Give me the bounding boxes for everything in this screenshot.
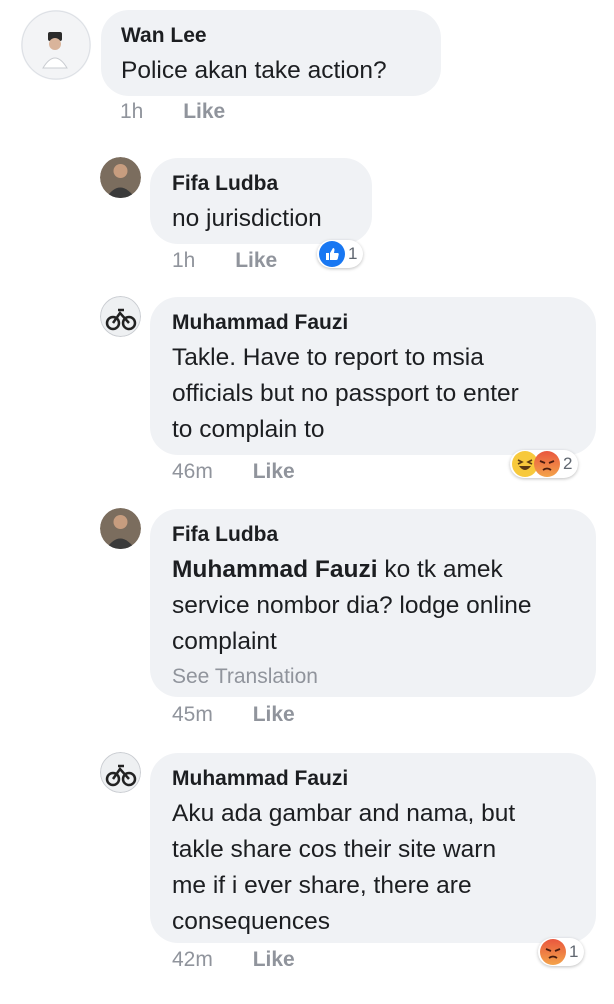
comment-bubble: Wan Lee Police akan take action? bbox=[101, 10, 441, 96]
comment-author[interactable]: Fifa Ludba bbox=[172, 171, 350, 197]
comment-text-line: takle share cos their site warn bbox=[172, 836, 497, 863]
comment-meta: 1h Like bbox=[172, 249, 277, 273]
reactions-summary[interactable]: 1 bbox=[317, 240, 364, 268]
comment-text-line: Muhammad Fauzi ko tk amek bbox=[172, 552, 574, 588]
angry-reaction-icon bbox=[534, 451, 560, 477]
like-button[interactable]: Like bbox=[253, 460, 295, 484]
comment-meta: 46m Like bbox=[172, 460, 295, 484]
like-button[interactable]: Like bbox=[183, 100, 225, 124]
reaction-count: 1 bbox=[348, 244, 358, 263]
reactions-summary[interactable]: 1 bbox=[538, 938, 585, 966]
comment-text-line: Aku ada gambar and nama, but bbox=[172, 800, 516, 827]
comment-bubble: Fifa Ludba Muhammad Fauzi ko tk amek ser… bbox=[150, 509, 596, 697]
comment-author[interactable]: Wan Lee bbox=[121, 23, 421, 49]
reactions-summary[interactable]: 2 bbox=[510, 450, 579, 478]
comment-text: Takle. Have to report to msia officials … bbox=[172, 340, 574, 448]
comment-text-line: officials but no passport to enter bbox=[172, 380, 519, 407]
comment-time[interactable]: 46m bbox=[172, 460, 213, 484]
comment-meta: 1h Like bbox=[120, 100, 225, 124]
comment-bubble: Muhammad Fauzi Aku ada gambar and nama, … bbox=[150, 753, 596, 943]
like-reaction-icon bbox=[319, 241, 345, 267]
comment-text-fragment: ko tk amek bbox=[377, 556, 503, 583]
comment-bubble: Fifa Ludba no jurisdiction bbox=[150, 158, 372, 244]
avatar-wan-lee[interactable] bbox=[21, 10, 91, 80]
comment-text: no jurisdiction bbox=[172, 205, 322, 232]
like-button[interactable]: Like bbox=[235, 249, 277, 273]
like-button[interactable]: Like bbox=[253, 948, 295, 972]
comment-time[interactable]: 1h bbox=[172, 249, 195, 273]
comment-author[interactable]: Muhammad Fauzi bbox=[172, 310, 574, 336]
reaction-count: 2 bbox=[563, 454, 573, 473]
comment-text-line: consequences bbox=[172, 908, 331, 935]
angry-reaction-icon bbox=[540, 939, 566, 965]
comment-time[interactable]: 42m bbox=[172, 948, 213, 972]
comment-time[interactable]: 45m bbox=[172, 703, 213, 727]
comment-text: Muhammad Fauzi ko tk amek service nombor… bbox=[172, 552, 574, 660]
comment-text: Aku ada gambar and nama, but takle share… bbox=[172, 796, 574, 940]
comment-meta: 45m Like bbox=[172, 703, 295, 727]
avatar-muhammad-fauzi[interactable] bbox=[100, 752, 141, 793]
comment-author[interactable]: Muhammad Fauzi bbox=[172, 766, 574, 792]
avatar-fifa-ludba[interactable] bbox=[100, 508, 141, 549]
avatar-fifa-ludba[interactable] bbox=[100, 157, 141, 198]
comment-text: Police akan take action? bbox=[121, 57, 387, 84]
comment-text-line: Takle. Have to report to msia bbox=[172, 344, 484, 371]
comment-text-line: complaint bbox=[172, 628, 277, 655]
like-button[interactable]: Like bbox=[253, 703, 295, 727]
comment-text-line: service nombor dia? lodge online bbox=[172, 592, 532, 619]
comment-text-line: to complain to bbox=[172, 416, 325, 443]
comment-bubble: Muhammad Fauzi Takle. Have to report to … bbox=[150, 297, 596, 455]
reaction-count: 1 bbox=[569, 942, 579, 961]
comment-meta: 42m Like bbox=[172, 948, 295, 972]
avatar-muhammad-fauzi[interactable] bbox=[100, 296, 141, 337]
comment-time[interactable]: 1h bbox=[120, 100, 143, 124]
comment-author[interactable]: Fifa Ludba bbox=[172, 522, 574, 548]
see-translation-link[interactable]: See Translation bbox=[172, 662, 574, 692]
mention-link[interactable]: Muhammad Fauzi bbox=[172, 556, 378, 583]
comment-text-line: me if i ever share, there are bbox=[172, 872, 472, 899]
